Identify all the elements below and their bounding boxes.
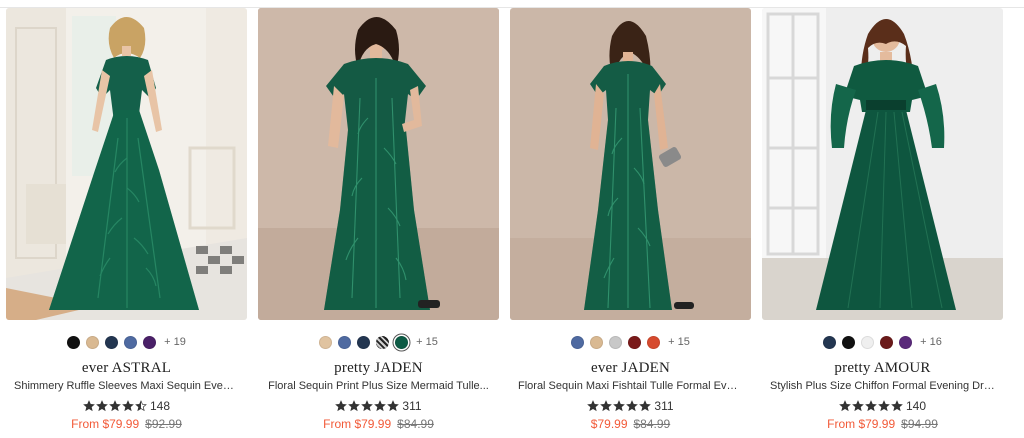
star-icon (839, 400, 851, 412)
color-swatches: + 19 (6, 334, 247, 350)
product-rating[interactable]: 311 (258, 399, 499, 413)
product-image[interactable] (258, 8, 499, 320)
star-icon (626, 400, 639, 412)
original-price: $94.99 (901, 417, 938, 431)
review-count: 311 (402, 399, 422, 413)
product-card[interactable]: + 16 pretty AMOUR Stylish Plus Size Chif… (762, 8, 1003, 438)
product-card[interactable]: + 15 pretty JADEN Floral Sequin Print Pl… (258, 8, 499, 438)
product-rating[interactable]: 140 (762, 399, 1003, 413)
sale-price: From $79.99 (323, 417, 392, 431)
review-count: 311 (654, 399, 674, 413)
product-price: From $79.99 $92.99 (6, 417, 247, 431)
color-swatch[interactable] (590, 335, 604, 349)
product-price: From $79.99 $94.99 (762, 417, 1003, 431)
color-swatches: + 15 (258, 334, 499, 350)
product-grid: + 19 ever ASTRAL Shimmery Ruffle Sleeves… (6, 8, 1006, 438)
color-swatch[interactable] (571, 335, 585, 349)
color-swatch[interactable] (899, 335, 913, 349)
star-icon (135, 400, 147, 412)
star-icon (387, 400, 400, 412)
star-icon (865, 400, 877, 412)
product-card[interactable]: + 15 ever JADEN Floral Sequin Maxi Fisht… (510, 8, 751, 438)
sale-price: From $79.99 (827, 417, 896, 431)
product-brand[interactable]: pretty AMOUR (762, 360, 1003, 377)
dress-photo-pretty-amour (762, 8, 1003, 320)
product-brand[interactable]: pretty JADEN (258, 360, 499, 377)
color-swatch[interactable] (86, 335, 100, 349)
color-swatch[interactable] (143, 335, 157, 349)
star-icon (96, 400, 108, 412)
color-swatch[interactable] (609, 335, 623, 349)
star-icon (122, 400, 134, 412)
review-count: 140 (905, 399, 927, 413)
product-image[interactable] (510, 8, 751, 320)
sale-price: From $79.99 (71, 417, 140, 431)
original-price: $92.99 (145, 417, 182, 431)
product-rating[interactable]: 311 (510, 399, 751, 413)
star-icon (587, 400, 600, 412)
product-title[interactable]: Stylish Plus Size Chiffon Formal Evening… (770, 380, 995, 392)
color-swatches: + 16 (762, 334, 1003, 350)
original-price: $84.99 (397, 417, 434, 431)
color-swatch[interactable] (880, 335, 894, 349)
star-icon (83, 400, 95, 412)
star-icon (600, 400, 613, 412)
star-icon (852, 400, 864, 412)
color-swatch[interactable] (105, 335, 119, 349)
color-swatch[interactable] (319, 335, 333, 349)
star-icon (374, 400, 387, 412)
product-price: $79.99 $84.99 (510, 417, 751, 431)
more-colors-link[interactable]: + 15 (668, 336, 690, 348)
original-price: $84.99 (633, 417, 671, 431)
color-swatch[interactable] (124, 335, 138, 349)
product-image[interactable] (6, 8, 247, 320)
dress-photo-pretty-jaden (258, 8, 499, 320)
product-title[interactable]: Floral Sequin Print Plus Size Mermaid Tu… (266, 380, 491, 392)
color-swatch[interactable] (861, 335, 875, 349)
dress-photo-astral (6, 8, 247, 320)
star-icon (613, 400, 626, 412)
review-count: 148 (149, 399, 171, 413)
product-title[interactable]: Floral Sequin Maxi Fishtail Tulle Formal… (518, 380, 743, 392)
color-swatch[interactable] (647, 335, 661, 349)
color-swatch[interactable] (842, 335, 856, 349)
color-swatch[interactable] (376, 335, 390, 349)
color-swatch[interactable] (395, 335, 409, 349)
product-brand[interactable]: ever ASTRAL (6, 360, 247, 377)
color-swatch[interactable] (357, 335, 371, 349)
star-icon (891, 400, 903, 412)
color-swatch[interactable] (823, 335, 837, 349)
star-icon (348, 400, 361, 412)
star-icon (878, 400, 890, 412)
product-image[interactable] (762, 8, 1003, 320)
dress-photo-ever-jaden (510, 8, 751, 320)
color-swatch[interactable] (338, 335, 352, 349)
more-colors-link[interactable]: + 15 (416, 336, 438, 348)
product-brand[interactable]: ever JADEN (510, 360, 751, 377)
star-icon (361, 400, 374, 412)
product-card[interactable]: + 19 ever ASTRAL Shimmery Ruffle Sleeves… (6, 8, 247, 438)
star-icon (639, 400, 652, 412)
product-price: From $79.99 $84.99 (258, 417, 499, 431)
color-swatch[interactable] (628, 335, 642, 349)
color-swatch[interactable] (67, 335, 81, 349)
star-icon (109, 400, 121, 412)
product-rating[interactable]: 148 (6, 399, 247, 413)
star-icon (335, 400, 348, 412)
product-title[interactable]: Shimmery Ruffle Sleeves Maxi Sequin Even… (14, 380, 239, 392)
more-colors-link[interactable]: + 19 (164, 336, 186, 348)
sale-price: $79.99 (590, 417, 628, 431)
more-colors-link[interactable]: + 16 (920, 336, 942, 348)
color-swatches: + 15 (510, 334, 751, 350)
